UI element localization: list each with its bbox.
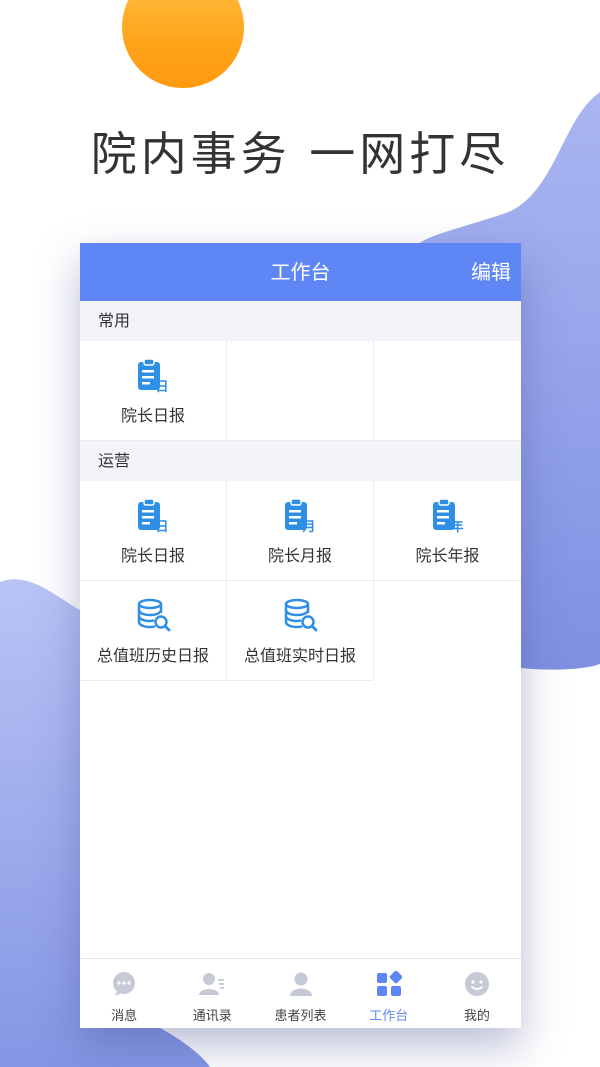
section-grid-operations: 日 院长日报 月 院长月报 年 院长年报 总值班历史日报 总值班实时日报	[80, 481, 521, 681]
grid-item-label: 院长年报	[415, 545, 480, 565]
database-search-icon	[281, 596, 319, 634]
grid-item-label: 院长日报	[120, 405, 185, 425]
grid-empty-cell	[374, 581, 521, 681]
workbench-grid-icon	[376, 970, 402, 1001]
smiley-face-icon	[464, 971, 490, 1001]
phone-screen: 工作台 编辑 常用 日 院长日报 运营 日 院长日报 月 院长月报 年 院长年报…	[80, 243, 521, 1028]
report-badge-month: 月	[301, 520, 315, 534]
grid-empty-cell	[227, 341, 374, 441]
daily-report-icon: 日	[134, 496, 172, 534]
section-grid-common: 日 院长日报	[80, 341, 521, 441]
report-badge-day: 日	[155, 380, 168, 394]
edit-button[interactable]: 编辑	[471, 243, 511, 301]
grid-item-label: 总值班实时日报	[243, 645, 356, 665]
headline: 院内事务 一网打尽	[90, 127, 510, 181]
chat-bubble-icon	[111, 971, 137, 1001]
contacts-icon	[199, 971, 225, 1001]
tab-patient-list[interactable]: 患者列表	[256, 959, 344, 1028]
grid-item-duty-realtime-daily-report[interactable]: 总值班实时日报	[227, 581, 374, 681]
nav-title: 工作台	[270, 260, 331, 284]
grid-item-director-daily-report[interactable]: 日 院长日报	[80, 481, 227, 581]
tab-label: 患者列表	[274, 1009, 327, 1024]
bottom-tab-bar: 消息 通讯录 患者列表 工作台 我的	[80, 958, 521, 1028]
grid-empty-cell	[374, 341, 521, 441]
tab-messages[interactable]: 消息	[80, 959, 168, 1028]
yearly-report-icon: 年	[429, 496, 467, 534]
grid-item-director-daily-report[interactable]: 日 院长日报	[80, 341, 227, 441]
tab-workbench[interactable]: 工作台	[345, 959, 433, 1028]
grid-item-label: 总值班历史日报	[96, 645, 209, 665]
report-badge-year: 年	[450, 519, 463, 534]
tab-label: 消息	[111, 1009, 138, 1024]
grid-item-label: 院长月报	[267, 545, 332, 565]
tab-label: 我的	[463, 1009, 490, 1024]
report-badge-day: 日	[155, 520, 168, 534]
tab-mine[interactable]: 我的	[433, 959, 521, 1028]
daily-report-icon: 日	[134, 356, 172, 394]
tab-label: 工作台	[369, 1009, 409, 1024]
grid-item-director-yearly-report[interactable]: 年 院长年报	[374, 481, 521, 581]
grid-item-duty-history-daily-report[interactable]: 总值班历史日报	[80, 581, 227, 681]
grid-item-director-monthly-report[interactable]: 月 院长月报	[227, 481, 374, 581]
database-search-icon	[134, 596, 172, 634]
grid-item-label: 院长日报	[120, 545, 185, 565]
monthly-report-icon: 月	[281, 496, 319, 534]
tab-label: 通讯录	[192, 1009, 232, 1024]
person-icon	[288, 971, 314, 1001]
navigation-bar: 工作台 编辑	[80, 243, 521, 301]
section-header-operations: 运营	[80, 441, 521, 481]
tab-contacts[interactable]: 通讯录	[168, 959, 256, 1028]
section-header-common: 常用	[80, 301, 521, 341]
